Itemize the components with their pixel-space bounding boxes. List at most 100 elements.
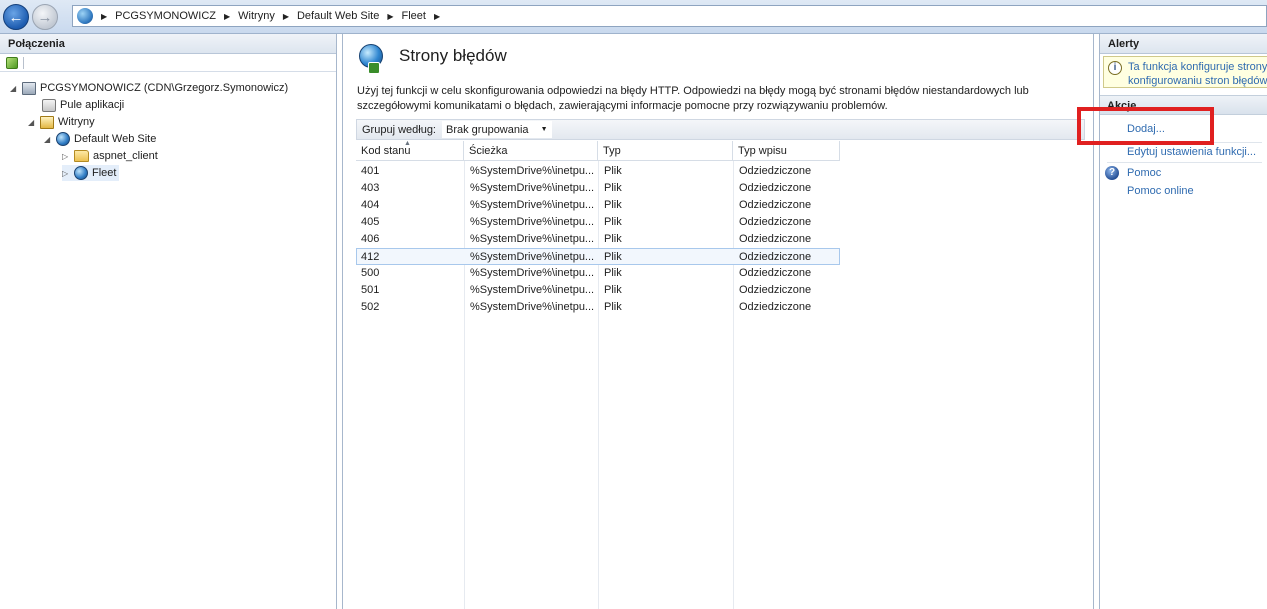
breadcrumb-fleet[interactable]: Fleet (401, 10, 425, 22)
error-pages-grid: ▲ Kod stanu Ścieżka Typ Typ wpisu 401 %S… (356, 140, 1085, 609)
chevron-right-icon[interactable]: ▶ (387, 12, 393, 21)
cell-type: Plik (604, 284, 622, 296)
cell-code: 502 (361, 301, 380, 313)
globe-icon (56, 132, 70, 146)
tree-node-fleet[interactable]: ▷ Fleet (62, 165, 120, 181)
cell-path: %SystemDrive%\inetpu... (470, 165, 594, 177)
cell-code: 412 (361, 251, 380, 263)
folder-icon (74, 150, 89, 162)
cell-path: %SystemDrive%\inetpu... (470, 199, 594, 211)
table-row[interactable]: 500 %SystemDrive%\inetpu... Plik Odziedz… (356, 265, 840, 282)
tree-node-label: Witryny (58, 116, 95, 128)
cell-path: %SystemDrive%\inetpu... (470, 216, 594, 228)
expanded-icon[interactable]: ◢ (44, 135, 52, 144)
sites-folder-icon (40, 115, 54, 129)
edit-feature-settings-link[interactable]: Edytuj ustawienia funkcji... (1127, 146, 1256, 158)
forward-button[interactable]: → (32, 4, 58, 30)
expanded-icon[interactable]: ◢ (10, 84, 18, 93)
alert-line: Ta funkcja konfiguruje strony (1128, 61, 1267, 73)
tree-node-sites[interactable]: ◢ Witryny (28, 114, 95, 130)
tree-node-default-web-site[interactable]: ◢ Default Web Site (44, 131, 156, 147)
cell-entry-type: Odziedziczone (739, 182, 812, 194)
toolbar-separator (23, 56, 24, 69)
connections-toolbar (0, 54, 336, 72)
breadcrumb-default-web-site[interactable]: Default Web Site (297, 10, 379, 22)
cell-entry-type: Odziedziczone (739, 233, 812, 245)
cell-entry-type: Odziedziczone (739, 301, 812, 313)
column-label: Typ (603, 145, 621, 157)
page-title: Strony błędów (399, 46, 507, 65)
chevron-right-icon[interactable]: ▶ (283, 12, 289, 21)
column-header-path[interactable]: Ścieżka (464, 141, 598, 161)
column-label: Typ wpisu (738, 145, 787, 157)
table-row[interactable]: 404 %SystemDrive%\inetpu... Plik Odziedz… (356, 197, 840, 214)
error-pages-icon (359, 44, 383, 74)
cell-type: Plik (604, 199, 622, 211)
cell-entry-type: Odziedziczone (739, 284, 812, 296)
cell-entry-type: Odziedziczone (739, 251, 812, 263)
group-by-bar: Grupuj według: Brak grupowania ▼ (356, 119, 1085, 140)
cell-path: %SystemDrive%\inetpu... (470, 182, 594, 194)
alert-line: konfigurowaniu stron błędów (1128, 75, 1267, 87)
info-icon: i (1108, 61, 1122, 75)
description-line: szczegółowymi komunikatami o błędach, za… (357, 100, 888, 112)
cell-type: Plik (604, 251, 622, 263)
column-label: Ścieżka (469, 145, 508, 157)
help-online-link[interactable]: Pomoc online (1127, 185, 1194, 197)
tree-node-app-pools[interactable]: Pule aplikacji (30, 97, 124, 113)
highlight-annotation (1077, 107, 1214, 145)
alert-message: i Ta funkcja konfiguruje strony konfigur… (1103, 56, 1267, 88)
group-by-label: Grupuj według: (362, 123, 436, 136)
divider (1107, 162, 1262, 163)
tree-node-label: aspnet_client (93, 150, 158, 162)
table-row[interactable]: 401 %SystemDrive%\inetpu... Plik Odziedz… (356, 163, 840, 180)
table-row[interactable]: 406 %SystemDrive%\inetpu... Plik Odziedz… (356, 231, 840, 248)
column-header-code[interactable]: ▲ Kod stanu (356, 140, 464, 161)
cell-entry-type: Odziedziczone (739, 216, 812, 228)
cell-code: 403 (361, 182, 380, 194)
group-by-dropdown[interactable]: Brak grupowania ▼ (442, 121, 552, 138)
chevron-right-icon[interactable]: ▶ (101, 12, 107, 21)
cell-path: %SystemDrive%\inetpu... (470, 251, 594, 263)
dropdown-arrow-icon: ▼ (540, 126, 548, 133)
chevron-right-icon[interactable]: ▶ (224, 12, 230, 21)
breadcrumb-server[interactable]: PCGSYMONOWICZ (115, 10, 216, 22)
feature-description: Użyj tej funkcji w celu skonfigurowania … (357, 84, 1057, 114)
cell-code: 500 (361, 267, 380, 279)
description-line: Użyj tej funkcji w celu skonfigurowania … (357, 85, 1029, 97)
cell-code: 401 (361, 165, 380, 177)
address-toolbar: ← → ▶ PCGSYMONOWICZ ▶ Witryny ▶ Default … (0, 0, 1267, 34)
collapsed-icon[interactable]: ▷ (62, 152, 70, 161)
help-icon: ? (1105, 166, 1119, 180)
collapsed-icon[interactable]: ▷ (62, 169, 70, 178)
cell-type: Plik (604, 233, 622, 245)
tree-node-server[interactable]: ◢ PCGSYMONOWICZ (CDN\Grzegorz.Symonowicz… (10, 80, 288, 96)
expanded-icon[interactable]: ◢ (28, 118, 36, 127)
cell-entry-type: Odziedziczone (739, 165, 812, 177)
table-row[interactable]: 403 %SystemDrive%\inetpu... Plik Odziedz… (356, 180, 840, 197)
cell-path: %SystemDrive%\inetpu... (470, 267, 594, 279)
table-row[interactable]: 502 %SystemDrive%\inetpu... Plik Odziedz… (356, 299, 840, 316)
table-row[interactable]: 501 %SystemDrive%\inetpu... Plik Odziedz… (356, 282, 840, 299)
cell-path: %SystemDrive%\inetpu... (470, 284, 594, 296)
cell-type: Plik (604, 216, 622, 228)
help-link[interactable]: Pomoc (1127, 167, 1161, 179)
grid-header: ▲ Kod stanu Ścieżka Typ Typ wpisu (356, 140, 840, 161)
table-row-selected[interactable]: 412 %SystemDrive%\inetpu... Plik Odziedz… (356, 248, 840, 265)
feature-panel: Strony błędów Użyj tej funkcji w celu sk… (342, 34, 1094, 609)
chevron-right-icon[interactable]: ▶ (434, 12, 440, 21)
breadcrumb-sites[interactable]: Witryny (238, 10, 275, 22)
table-row[interactable]: 405 %SystemDrive%\inetpu... Plik Odziedz… (356, 214, 840, 231)
alert-text: Ta funkcja konfiguruje strony konfigurow… (1128, 60, 1267, 87)
address-bar[interactable]: ▶ PCGSYMONOWICZ ▶ Witryny ▶ Default Web … (72, 5, 1267, 27)
create-connection-icon[interactable] (6, 56, 18, 69)
column-header-entry-type[interactable]: Typ wpisu (733, 141, 840, 161)
cell-entry-type: Odziedziczone (739, 199, 812, 211)
connections-tree: ◢ PCGSYMONOWICZ (CDN\Grzegorz.Symonowicz… (0, 72, 336, 181)
back-button[interactable]: ← (3, 4, 29, 30)
tree-node-aspnet-client[interactable]: ▷ aspnet_client (62, 148, 158, 164)
cell-code: 404 (361, 199, 380, 211)
column-header-type[interactable]: Typ (598, 141, 733, 161)
cell-code: 501 (361, 284, 380, 296)
alerts-title: Alerty (1100, 34, 1267, 54)
